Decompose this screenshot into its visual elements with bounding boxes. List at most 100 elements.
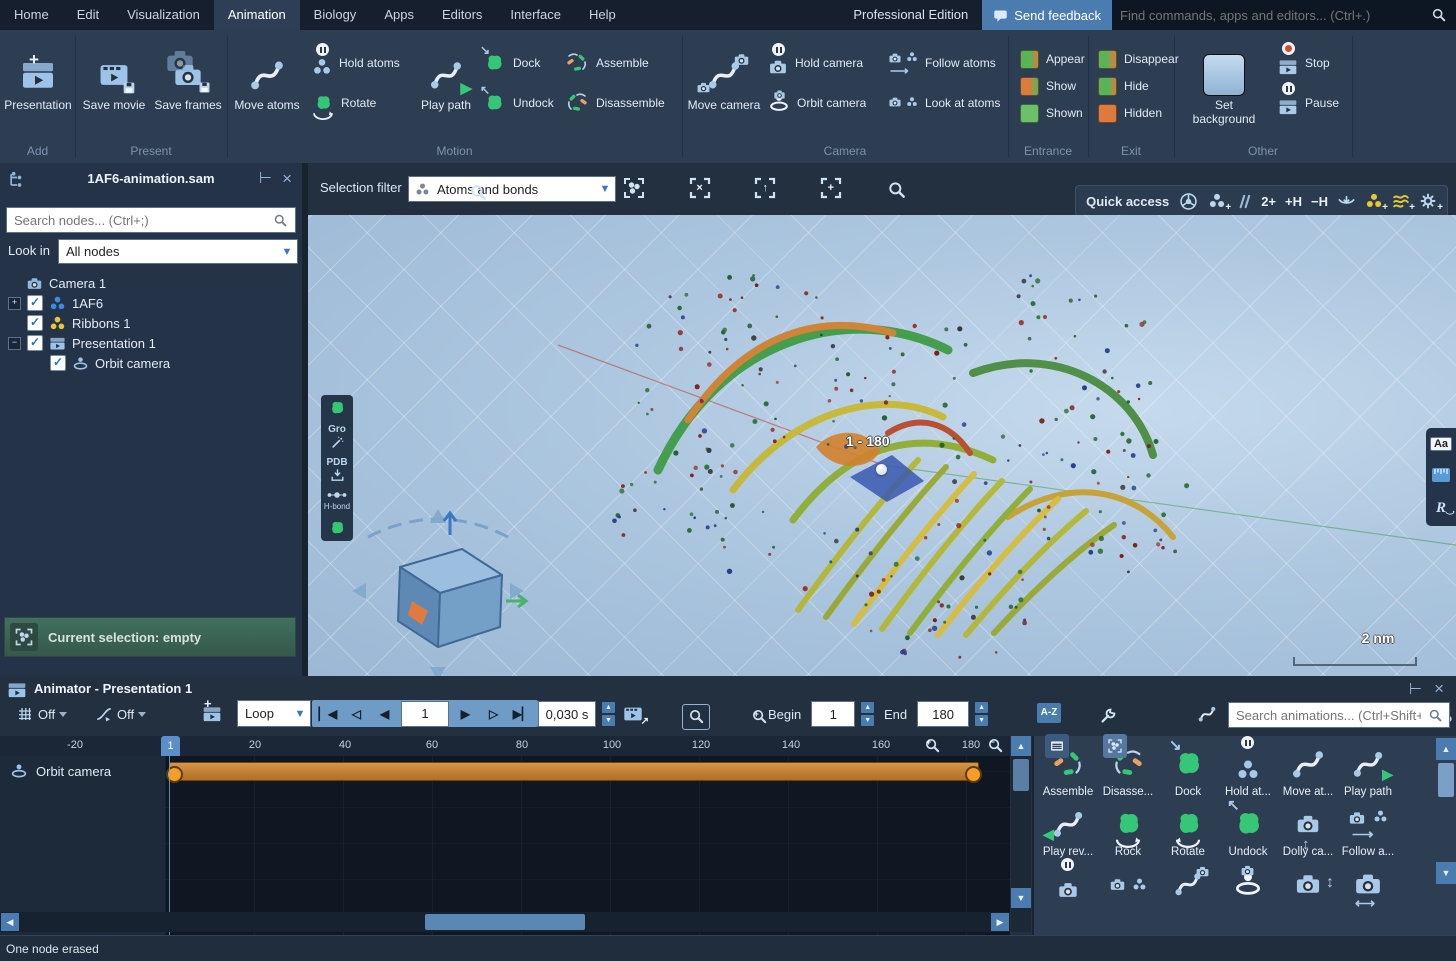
preset-dolly-camera[interactable]: ↕ Dolly ca... <box>1278 802 1338 858</box>
charge-icon[interactable]: 2+ <box>1261 194 1276 209</box>
export-movie-button[interactable]: ↗ <box>622 700 644 728</box>
presets-icon-view-button[interactable] <box>1103 734 1127 758</box>
move-camera-button[interactable]: Move camera <box>686 52 762 112</box>
begin-input[interactable] <box>812 706 854 723</box>
frame-time-control[interactable]: ▲▼ <box>538 700 615 728</box>
menu-edit[interactable]: Edit <box>63 0 113 30</box>
preset-play-reverse[interactable]: ◀ Play rev... <box>1038 802 1098 858</box>
preset-orbit-camera[interactable] <box>1218 862 1278 906</box>
undock-button[interactable]: ↖ Undock <box>482 88 554 118</box>
timeline-hscrollbar[interactable]: ◀ ▶ <box>0 912 1010 932</box>
scroll-up-icon[interactable]: ▲ <box>1436 738 1456 760</box>
checkbox-checked[interactable]: ✓ <box>27 315 43 331</box>
send-feedback-button[interactable]: Send feedback <box>982 0 1112 30</box>
add-ribbon-icon[interactable]: + <box>1392 192 1410 210</box>
timeline-ruler[interactable]: -20 20 40 60 80 100 120 140 160 180 <box>0 736 1010 756</box>
menu-interface[interactable]: Interface <box>496 0 575 30</box>
skip-to-end-button[interactable]: ▶▏ <box>510 707 534 721</box>
periodic-table-icon[interactable] <box>1178 191 1199 212</box>
menu-home[interactable]: Home <box>0 0 63 30</box>
current-frame-field[interactable] <box>401 701 449 727</box>
hold-atoms-button[interactable]: Hold atoms <box>312 48 400 78</box>
presets-zoom-in-button[interactable]: + <box>918 732 946 758</box>
play-button[interactable]: ▶ <box>453 707 477 721</box>
begin-spinner[interactable]: ▲▼ <box>861 702 874 726</box>
save-movie-button[interactable]: Save movie <box>76 52 152 112</box>
minimize-icon[interactable] <box>1337 192 1356 211</box>
sample-1-icon[interactable] <box>327 399 347 417</box>
deselect-button[interactable]: × <box>686 175 714 201</box>
appear-button[interactable]: Appear <box>1020 44 1085 74</box>
scroll-left-icon[interactable]: ◀ <box>1 913 19 931</box>
menu-apps[interactable]: Apps <box>370 0 428 30</box>
frame-time-input[interactable] <box>539 706 595 723</box>
node-search-input[interactable] <box>7 213 273 228</box>
orbit-camera-button[interactable]: Orbit camera <box>768 88 866 118</box>
move-atoms-button[interactable]: Move atoms <box>229 52 305 112</box>
preset-hold-camera[interactable] <box>1038 862 1098 906</box>
tree-item-1af6[interactable]: + ✓ 1AF6 <box>8 293 103 313</box>
checkbox-checked[interactable]: ✓ <box>27 295 43 311</box>
preset-undock[interactable]: ↖ Undock <box>1218 802 1278 858</box>
skip-to-start-button[interactable]: ▏◀ <box>316 707 340 721</box>
previous-keyframe-button[interactable]: ◁ <box>344 707 368 721</box>
animation-search[interactable] <box>1228 702 1450 728</box>
animator-settings-button[interactable] <box>1095 703 1123 729</box>
command-search[interactable] <box>1112 0 1456 30</box>
scroll-down-icon[interactable]: ▼ <box>1011 888 1031 908</box>
menu-help[interactable]: Help <box>575 0 630 30</box>
molecule-1af6[interactable] <box>588 255 1228 675</box>
reset-rotation-button[interactable]: R <box>1436 500 1446 517</box>
menu-animation[interactable]: Animation <box>214 0 300 30</box>
pin-icon[interactable]: ⊢ <box>259 171 272 186</box>
scroll-down-icon[interactable]: ▼ <box>1436 862 1456 884</box>
preset-move-camera[interactable] <box>1158 862 1218 906</box>
interpolation-control[interactable]: Off <box>95 700 146 728</box>
disassemble-button[interactable]: Disassemble <box>565 88 665 118</box>
menu-editors[interactable]: Editors <box>428 0 496 30</box>
tree-item-ribbons1[interactable]: ✓ Ribbons 1 <box>27 313 131 333</box>
node-search[interactable] <box>6 207 296 233</box>
select-up-button[interactable]: ↑ <box>751 175 779 201</box>
checkbox-checked[interactable]: ✓ <box>27 335 43 351</box>
ruler-icon[interactable] <box>1432 468 1450 482</box>
add-app-icon[interactable]: + <box>1419 192 1437 210</box>
scroll-thumb[interactable] <box>1438 763 1454 797</box>
next-keyframe-button[interactable]: ▷ <box>482 707 506 721</box>
preset-hold-atoms[interactable]: Hold at... <box>1218 742 1278 798</box>
assemble-button[interactable]: Assemble <box>565 48 649 78</box>
viewport-search-button[interactable] <box>464 180 492 206</box>
preset-dock[interactable]: ↘ Dock <box>1158 742 1218 798</box>
dock-button[interactable]: ↘ Dock <box>482 48 540 78</box>
end-input[interactable] <box>918 706 968 723</box>
collapse-icon[interactable]: − <box>8 337 21 350</box>
preset-rock[interactable]: Rock <box>1098 802 1158 858</box>
scroll-thumb[interactable] <box>425 914 585 930</box>
close-icon[interactable]: × <box>282 171 292 186</box>
sort-az-button[interactable]: A-Z <box>1037 703 1061 723</box>
add-atom-icon[interactable]: + <box>1208 192 1226 210</box>
follow-atoms-button[interactable]: ⟶ Follow atoms <box>888 48 996 78</box>
pause-button[interactable]: Pause <box>1278 88 1339 118</box>
snap-control[interactable]: Off <box>16 700 67 728</box>
presentation-button[interactable]: + Presentation <box>0 52 76 112</box>
keyframe-span-orbit-camera[interactable] <box>169 762 979 781</box>
playhead[interactable]: 1 <box>161 736 180 756</box>
hold-camera-button[interactable]: Hold camera <box>768 48 863 78</box>
save-frames-button[interactable]: Save frames <box>150 52 226 112</box>
look-in-dropdown[interactable]: All nodes ▼ <box>58 239 298 264</box>
pin-icon[interactable]: ⊢ <box>1409 682 1422 697</box>
previous-frame-button[interactable]: ◀ <box>373 707 397 721</box>
hbond-button[interactable]: H-bond <box>324 490 350 512</box>
look-at-atoms-button[interactable]: Look at atoms <box>888 88 1000 118</box>
play-path-button[interactable]: ▶ Play path <box>408 52 484 112</box>
labels-button[interactable]: Aa <box>1430 437 1452 451</box>
find-button[interactable] <box>883 177 911 203</box>
disappear-button[interactable]: Disappear <box>1098 44 1179 74</box>
presets-vscrollbar[interactable]: ▲ ▼ <box>1436 738 1456 898</box>
selection-filter-dropdown[interactable]: Atoms and bonds ▼ <box>408 176 616 202</box>
preset-play-path[interactable]: ▶ Play path <box>1338 742 1398 798</box>
menu-visualization[interactable]: Visualization <box>113 0 214 30</box>
scroll-up-icon[interactable]: ▲ <box>1011 736 1031 756</box>
navigation-cube[interactable] <box>338 495 538 676</box>
